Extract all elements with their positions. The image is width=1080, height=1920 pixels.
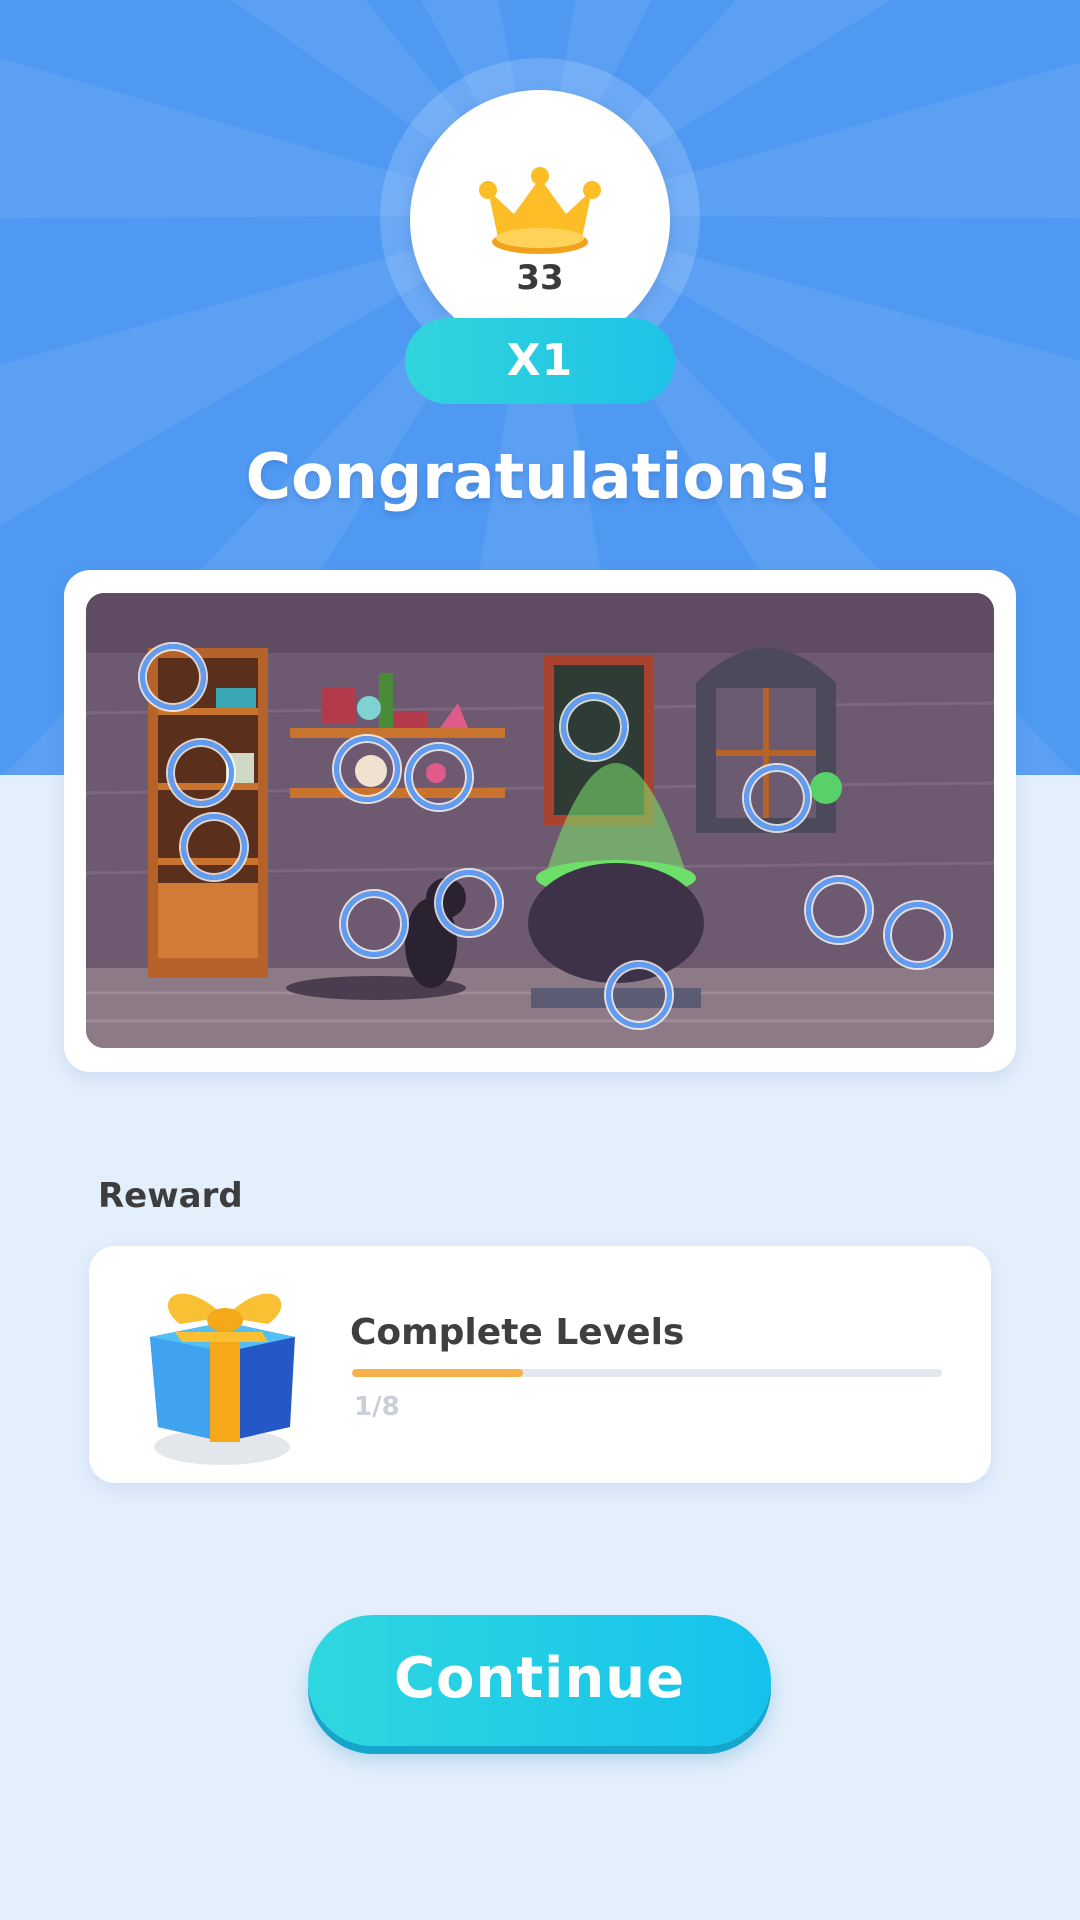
reward-task-title: Complete Levels bbox=[350, 1312, 685, 1353]
crown-icon bbox=[479, 167, 601, 254]
progress-fill bbox=[352, 1369, 524, 1377]
congratulations-title: Congratulations! bbox=[245, 440, 835, 513]
gift-box-icon bbox=[150, 1293, 295, 1465]
progress-bar bbox=[352, 1369, 942, 1377]
found-marker bbox=[140, 644, 206, 710]
found-marker bbox=[406, 744, 472, 810]
found-marker bbox=[744, 765, 810, 831]
found-marker bbox=[168, 740, 234, 806]
found-marker bbox=[436, 870, 502, 936]
multiplier-badge: X1 bbox=[405, 318, 675, 404]
found-marker bbox=[341, 891, 407, 957]
found-marker bbox=[334, 736, 400, 802]
continue-button[interactable]: Continue bbox=[308, 1615, 771, 1746]
found-marker bbox=[181, 814, 247, 880]
found-marker bbox=[806, 877, 872, 943]
crown-count: 33 bbox=[516, 258, 564, 298]
progress-text: 1/8 bbox=[354, 1392, 400, 1422]
found-marker bbox=[561, 694, 627, 760]
found-marker bbox=[885, 902, 951, 968]
reward-section-label: Reward bbox=[98, 1176, 243, 1216]
found-marker bbox=[606, 962, 672, 1028]
